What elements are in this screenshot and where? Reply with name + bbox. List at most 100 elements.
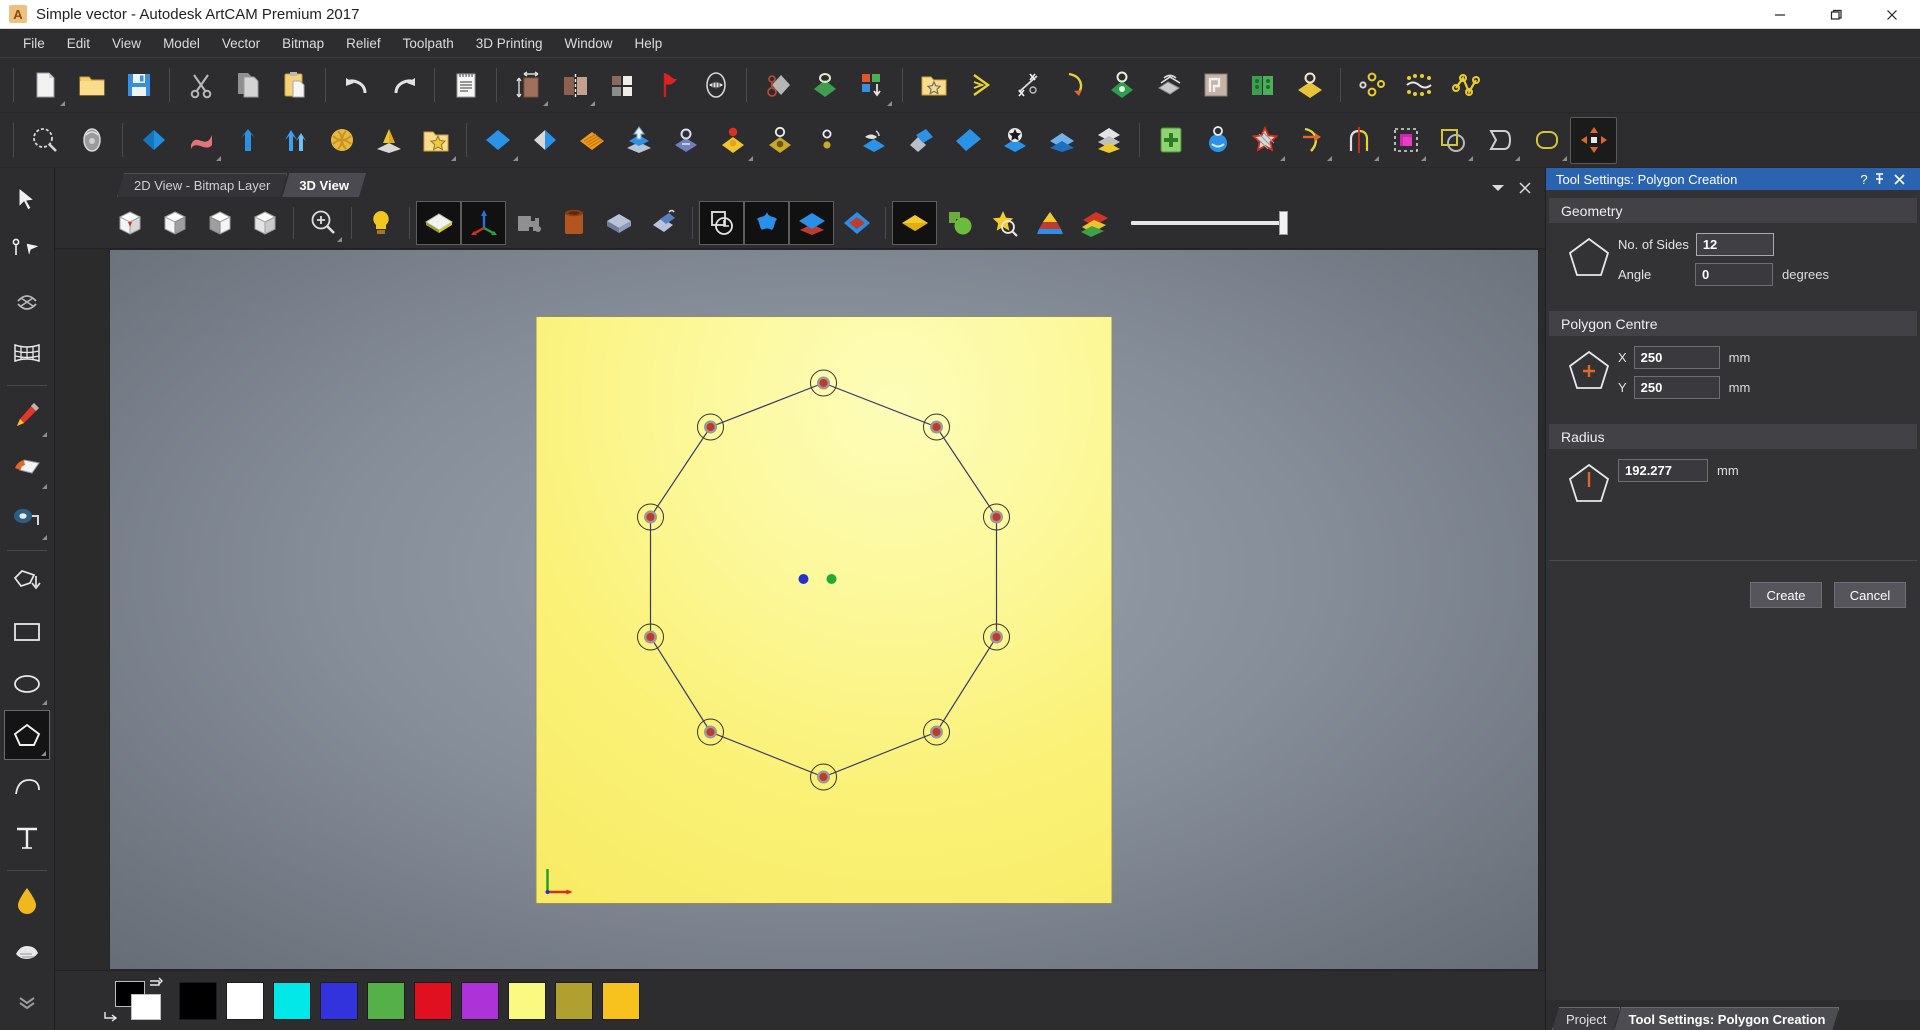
view-collapse-icon[interactable] <box>1481 183 1515 193</box>
relief-stack-icon[interactable] <box>1085 117 1132 164</box>
palette-swatch-6[interactable] <box>461 981 499 1020</box>
menu-item-window[interactable]: Window <box>554 31 624 56</box>
project-star-folder-icon[interactable] <box>910 62 957 109</box>
trim-vectors-icon[interactable] <box>1004 62 1051 109</box>
select-arrow-tool[interactable] <box>4 174 50 223</box>
fill-drop-tool[interactable] <box>4 876 50 925</box>
reset-colors-icon[interactable] <box>103 1009 119 1023</box>
fold-relief-icon[interactable] <box>521 117 568 164</box>
smudge-tool[interactable] <box>4 927 50 976</box>
palette-swatch-7[interactable] <box>508 981 546 1020</box>
create-button[interactable]: Create <box>1750 582 1822 608</box>
menu-item-3d-printing[interactable]: 3D Printing <box>465 31 554 56</box>
palette-swatch-2[interactable] <box>273 981 311 1020</box>
cancel-button[interactable]: Cancel <box>1834 582 1906 608</box>
vector-doctor-icon[interactable] <box>801 62 848 109</box>
open-folder-icon[interactable] <box>68 62 115 109</box>
extrude-icon[interactable] <box>224 117 271 164</box>
front-view-icon[interactable] <box>152 201 197 245</box>
transform-tool[interactable] <box>4 277 50 326</box>
background-color[interactable] <box>131 993 161 1020</box>
node-edit-green-icon[interactable] <box>1098 62 1145 109</box>
join-vectors-icon[interactable] <box>1145 62 1192 109</box>
help-icon[interactable]: ? <box>1854 172 1874 187</box>
nest-icon[interactable] <box>1192 62 1239 109</box>
block-view-icon[interactable] <box>596 201 641 245</box>
relief-shape-icon[interactable] <box>130 117 177 164</box>
shaded-relief-icon[interactable] <box>416 200 461 245</box>
relief-layers-red-icon[interactable] <box>834 201 879 245</box>
relief-clipart-folder-icon[interactable] <box>412 117 459 164</box>
tab-tool-settings[interactable]: Tool Settings: Polygon Creation <box>1614 1007 1839 1030</box>
star-zoom-icon[interactable] <box>982 201 1027 245</box>
palette-swatch-1[interactable] <box>226 981 264 1020</box>
palette-swatch-4[interactable] <box>367 981 405 1020</box>
relief-merge-up-icon[interactable] <box>615 117 662 164</box>
centre-x-input[interactable]: 250 <box>1633 346 1720 369</box>
menu-item-toolpath[interactable]: Toolpath <box>392 31 465 56</box>
smudge-relief-icon[interactable] <box>850 117 897 164</box>
text-tool[interactable] <box>4 813 50 862</box>
offset-arc-icon[interactable] <box>1051 62 1098 109</box>
minimize-button[interactable] <box>1752 0 1808 29</box>
magenta-block-select-icon[interactable] <box>1382 117 1429 164</box>
centre-y-input[interactable]: 250 <box>1633 376 1720 399</box>
light-bulb-icon[interactable] <box>358 201 403 245</box>
open-shape-icon[interactable] <box>1476 117 1523 164</box>
copy-icon[interactable] <box>224 62 271 109</box>
clone-time-icon[interactable] <box>699 200 744 245</box>
distort-mesh-tool[interactable] <box>4 328 50 377</box>
slider-thumb[interactable] <box>1279 210 1288 235</box>
sweep-two-rails-icon[interactable] <box>897 117 944 164</box>
model-size-icon[interactable] <box>504 62 551 109</box>
sides-input[interactable]: 12 <box>1695 233 1774 256</box>
menu-item-file[interactable]: File <box>12 31 56 56</box>
simulate-icon[interactable] <box>641 201 686 245</box>
texture-dots-icon[interactable] <box>1395 62 1442 109</box>
weave-icon[interactable] <box>318 117 365 164</box>
menu-item-relief[interactable]: Relief <box>335 31 392 56</box>
menu-item-view[interactable]: View <box>101 31 152 56</box>
offset-arrow-icon[interactable] <box>1288 117 1335 164</box>
radius-input[interactable]: 192.277 <box>1618 459 1708 482</box>
add-green-icon[interactable] <box>1147 117 1194 164</box>
menu-item-edit[interactable]: Edit <box>56 31 101 56</box>
pencil-draw-tool[interactable] <box>4 391 50 440</box>
color-stack-icon[interactable] <box>1072 201 1117 245</box>
plan-view-icon[interactable] <box>242 201 287 245</box>
yellow-relief-icon[interactable] <box>892 200 937 245</box>
palette-swatch-3[interactable] <box>320 981 358 1020</box>
maximize-button[interactable] <box>1808 0 1864 29</box>
iso-view-icon[interactable] <box>107 201 152 245</box>
cut-scissors-icon[interactable] <box>177 62 224 109</box>
color-pyramid-icon[interactable] <box>1027 201 1072 245</box>
node-edit-tool[interactable] <box>4 225 50 274</box>
ribbed-relief-icon[interactable] <box>568 117 615 164</box>
bitmap-to-vector-icon[interactable] <box>848 62 895 109</box>
blue-diamond-icon[interactable] <box>474 117 521 164</box>
relief-clipart-icon[interactable] <box>754 62 801 109</box>
red-flag-icon[interactable] <box>645 62 692 109</box>
transform-handles-icon[interactable] <box>1570 116 1617 164</box>
rectangle-tool[interactable] <box>4 607 50 656</box>
blue-drop-icon[interactable] <box>1194 117 1241 164</box>
tab-2d-view[interactable]: 2D View - Bitmap Layer <box>117 173 287 197</box>
arc-tool[interactable] <box>4 762 50 811</box>
palette-swatch-9[interactable] <box>602 981 640 1020</box>
mirror-model-icon[interactable] <box>551 62 598 109</box>
new-document-icon[interactable] <box>21 62 68 109</box>
close-icon[interactable] <box>1894 173 1914 185</box>
redo-icon[interactable] <box>380 62 427 109</box>
relief-marker-yellow-icon[interactable] <box>756 117 803 164</box>
shape-editor-icon[interactable] <box>1286 62 1333 109</box>
ellipse-tool[interactable] <box>4 659 50 708</box>
scatter-dots-icon[interactable] <box>1348 62 1395 109</box>
menu-item-help[interactable]: Help <box>624 31 674 56</box>
tab-3d-view[interactable]: 3D View <box>282 173 366 197</box>
palette-swatch-0[interactable] <box>179 981 217 1020</box>
more-tools-chevron-icon[interactable] <box>4 979 50 1028</box>
side-view-icon[interactable] <box>197 201 242 245</box>
save-disk-icon[interactable] <box>115 62 162 109</box>
relief-marker-red-icon[interactable] <box>709 117 756 164</box>
rounded-shape-icon[interactable] <box>1523 117 1570 164</box>
